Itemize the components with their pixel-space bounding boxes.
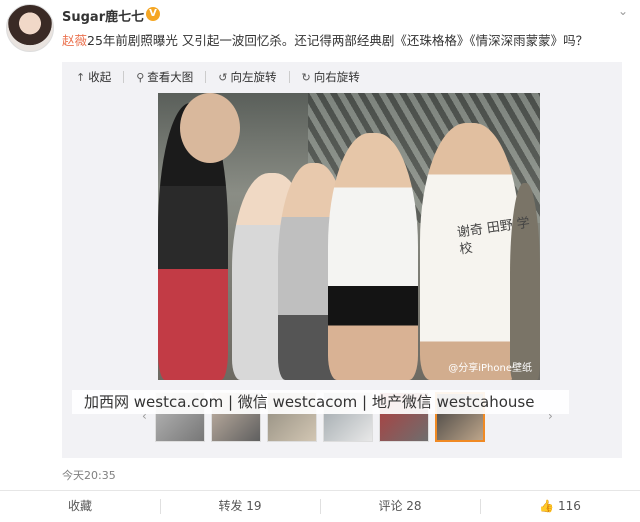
rotate-left-icon: ↺ xyxy=(218,70,228,84)
photo-figure xyxy=(328,133,418,380)
media-toolbar: ↑ 收起 ⚲ 查看大图 ↺ 向左旋转 ↻ 向右旋转 xyxy=(76,69,360,85)
rotate-left-button[interactable]: ↺ 向左旋转 xyxy=(218,69,276,85)
post-timestamp[interactable]: 今天20:35 xyxy=(62,467,116,483)
like-button[interactable]: 👍 116 xyxy=(480,491,640,522)
username[interactable]: Sugar鹿七七 xyxy=(62,6,144,25)
repost-button[interactable]: 转发 19 xyxy=(160,491,320,522)
main-photo[interactable]: 谢奇 田野 学校 @分享iPhone壁纸 xyxy=(158,93,540,380)
rotate-right-button[interactable]: ↻ 向右旋转 xyxy=(302,69,360,85)
media-viewer: ↑ 收起 ⚲ 查看大图 ↺ 向左旋转 ↻ 向右旋转 谢奇 田野 学校 @分享iP… xyxy=(62,62,622,458)
avatar[interactable] xyxy=(6,4,54,52)
rotate-left-label: 向左旋转 xyxy=(230,70,277,84)
rotate-right-label: 向右旋转 xyxy=(313,70,360,84)
rotate-right-icon: ↻ xyxy=(301,70,311,84)
collapse-label: 收起 xyxy=(88,70,112,84)
verified-badge-icon: V xyxy=(146,7,160,21)
photo-watermark: @分享iPhone壁纸 xyxy=(448,363,532,374)
toolbar-divider xyxy=(123,71,125,83)
mention-link[interactable]: 赵薇 xyxy=(62,33,87,48)
view-large-label: 查看大图 xyxy=(147,70,194,84)
view-large-button[interactable]: ⚲ 查看大图 xyxy=(136,69,193,85)
thumbs-up-icon: 👍 xyxy=(539,499,555,513)
comment-button[interactable]: 评论 28 xyxy=(320,491,480,522)
collapse-icon: ↑ xyxy=(76,70,86,84)
comment-label: 评论 28 xyxy=(378,499,422,513)
search-icon: ⚲ xyxy=(136,70,145,84)
collapse-button[interactable]: ↑ 收起 xyxy=(76,69,111,85)
toolbar-divider xyxy=(205,71,207,83)
post-actions: 收藏 转发 19 评论 28 👍 116 xyxy=(0,491,640,522)
site-watermark-banner: 加西网 westca.com | 微信 westcacom | 地产微信 wes… xyxy=(72,390,569,414)
photo-figure xyxy=(510,183,540,380)
post-body: 25年前剧照曝光 又引起一波回忆杀。还记得两部经典剧《还珠格格》《情深深雨蒙蒙》… xyxy=(87,33,589,48)
repost-label: 转发 19 xyxy=(218,499,262,513)
chevron-down-icon[interactable]: ⌄ xyxy=(618,4,628,18)
favorite-button[interactable]: 收藏 xyxy=(0,491,160,522)
like-count: 116 xyxy=(557,499,581,513)
post-text: 赵薇25年前剧照曝光 又引起一波回忆杀。还记得两部经典剧《还珠格格》《情深深雨蒙… xyxy=(62,30,588,49)
photo-figure xyxy=(180,93,240,163)
toolbar-divider xyxy=(288,71,290,83)
